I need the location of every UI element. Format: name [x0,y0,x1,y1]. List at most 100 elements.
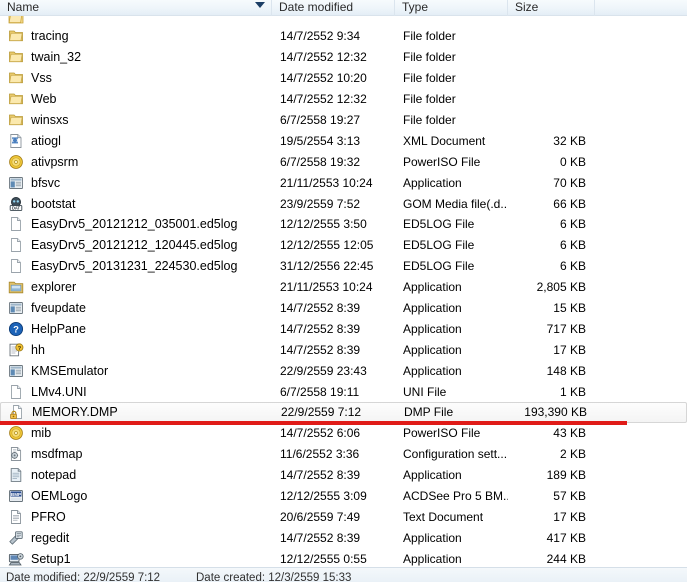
file-name-cell[interactable]: msdfmap [0,446,272,462]
blank-file-icon [8,216,24,232]
file-name-cell[interactable]: EasyDrv5_20121212_035001.ed5log [0,216,272,232]
column-header-type-label: Type [402,0,429,14]
file-name-cell[interactable]: ativpsrm [0,154,272,170]
column-header-name-label: Name [7,0,40,14]
file-size-cell: 66 KB [553,196,586,211]
file-name-label: explorer [31,280,77,295]
file-name-cell[interactable]: atiogl [0,133,272,149]
file-size-cell: 32 KB [553,133,586,148]
table-row[interactable]: LMv4.UNI 6/7/2558 19:11 UNI File 1 KB [0,381,687,402]
table-row[interactable]: Vss 14/7/2552 10:20 File folder [0,68,687,89]
file-size-cell: 6 KB [559,259,586,274]
file-type-cell: ED5LOG File [403,259,475,274]
file-name-cell[interactable]: PFRO [0,509,272,525]
table-row[interactable]: explorer 21/11/2553 10:24 Application 2,805… [0,277,687,298]
locked-file-icon [9,404,25,420]
table-row[interactable]: fveupdate 14/7/2552 8:39 Application 15 KB [0,298,687,319]
file-name-cell[interactable]: Web [0,91,272,107]
table-row[interactable]: EasyDrv5_20121212_035001.ed5log 12/12/255… [0,214,687,235]
table-row[interactable]: twain_32 14/7/2552 12:32 File folder [0,47,687,68]
table-row[interactable]: msdfmap 11/6/2552 3:36 Configuration sett.… [0,444,687,465]
file-size-cell: 1 KB [559,384,586,399]
table-row[interactable]: KMSEmulator 22/9/2559 23:43 Application 148… [0,360,687,381]
file-type-cell: Application [403,280,462,295]
table-row[interactable]: ativpsrm 6/7/2558 19:32 PowerISO File 0 KB [0,151,687,172]
file-name-cell[interactable]: DAT bootstat [0,196,272,212]
file-size-cell: 2 KB [559,447,586,462]
table-row[interactable]: EasyDrv5_20131231_224530.ed5log 31/12/255… [0,256,687,277]
file-type-cell: Application [403,363,462,378]
table-row[interactable]: ? hh 14/7/2552 8:39 Application 17 KB [0,339,687,360]
folder-icon [8,112,24,128]
file-name-cell[interactable]: KMSEmulator [0,363,272,379]
table-row[interactable]: MEMORY.DMP 22/9/2559 7:12 DMP File 193,390 … [0,402,687,423]
file-date-modified-cell: 6/7/2558 19:11 [280,384,360,399]
file-type-cell: ED5LOG File [403,217,475,232]
table-row[interactable]: bfsvc 21/11/2553 10:24 Application 70 KB [0,172,687,193]
column-header-size[interactable]: Size [508,0,595,16]
file-name-label: notepad [31,468,77,483]
column-header-type[interactable]: Type [395,0,508,16]
file-name-cell[interactable]: MEMORY.DMP [1,404,273,420]
table-row[interactable]: regedit 14/7/2552 8:39 Application 417 KB [0,527,687,548]
file-type-cell: DMP File [404,405,454,420]
file-name-cell[interactable]: LMv4.UNI [0,384,272,400]
file-name-cell[interactable]: Setup1 [0,551,272,567]
file-name-cell[interactable]: ? HelpPane [0,321,272,337]
file-type-cell: Application [403,342,462,357]
column-header-date-modified[interactable]: Date modified [272,0,395,16]
help-icon: ? [8,321,24,337]
file-name-cell[interactable]: mib [0,425,272,441]
blank-file-icon [8,384,24,400]
file-name-label: tracing [31,29,69,44]
file-name-cell[interactable]: notepad [0,467,272,483]
table-row[interactable]: BMP OEMLogo 12/12/2555 3:09 ACDSee Pro 5 BM… [0,486,687,507]
file-name-cell[interactable]: Vss [0,70,272,86]
file-name-cell[interactable]: fveupdate [0,300,272,316]
table-row[interactable]: EasyDrv5_20121212_120445.ed5log 12/12/255… [0,235,687,256]
file-name-cell[interactable]: BMP OEMLogo [0,488,272,504]
file-name-cell[interactable]: EasyDrv5_20121212_120445.ed5log [0,237,272,253]
file-name-cell[interactable]: bfsvc [0,175,272,191]
file-name-cell[interactable]: ? hh [0,342,272,358]
table-row[interactable]: Web 14/7/2552 12:32 File folder [0,89,687,110]
file-type-cell: UNI File [403,384,447,399]
file-type-cell: Configuration sett... [403,447,508,462]
table-row[interactable]: ? HelpPane 14/7/2552 8:39 Application 717 KB [0,318,687,339]
application-icon [8,363,24,379]
file-name-label: HelpPane [31,321,86,336]
table-row[interactable]: notepad 14/7/2552 8:39 Application 189 KB [0,465,687,486]
file-name-cell[interactable]: tracing [0,28,272,44]
column-header-name[interactable]: Name [0,0,272,16]
file-name-cell[interactable]: twain_32 [0,49,272,65]
file-name-cell[interactable]: EasyDrv5_20131231_224530.ed5log [0,258,272,274]
notepad-icon [8,467,24,483]
file-name-cell [0,16,272,26]
file-name-label: OEMLogo [31,489,88,504]
file-name-cell[interactable]: explorer [0,279,272,295]
column-header-row: Name Date modified Type Size [0,0,687,16]
file-name-label: Web [31,92,57,107]
table-row[interactable]: DAT bootstat 23/9/2559 7:52 GOM Media file(… [0,193,687,214]
file-date-modified-cell: 31/12/2556 22:45 [280,259,374,274]
file-type-cell: Application [403,175,462,190]
table-row[interactable]: PFRO 20/6/2559 7:49 Text Document 17 KB [0,506,687,527]
file-size-cell: 148 KB [546,363,586,378]
file-name-cell[interactable]: regedit [0,530,272,546]
file-date-modified-cell: 14/7/2552 6:06 [280,426,361,441]
table-row[interactable]: mib 14/7/2552 6:06 PowerISO File 43 KB [0,423,687,444]
table-row[interactable]: winsxs 6/7/2558 19:27 File folder [0,110,687,131]
table-row[interactable]: tracing 14/7/2552 9:34 File folder [0,26,687,47]
table-row[interactable]: Setup1 12/12/2555 0:55 Application 244 KB [0,548,687,567]
file-date-modified-cell: 14/7/2552 10:20 [280,71,367,86]
file-name-cell[interactable]: winsxs [0,112,272,128]
table-row[interactable]: atiogl 19/5/2554 3:13 XML Document 32 KB [0,130,687,151]
column-header-date-modified-label: Date modified [279,0,354,14]
file-name-label: Setup1 [31,551,71,566]
list-item-partial[interactable] [0,16,687,26]
explorer-icon [8,279,24,295]
file-list[interactable]: tracing 14/7/2552 9:34 File folder twain_32… [0,16,687,567]
file-type-cell: Application [403,301,462,316]
file-type-cell: Application [403,551,462,566]
file-date-modified-cell: 14/7/2552 8:39 [280,301,361,316]
